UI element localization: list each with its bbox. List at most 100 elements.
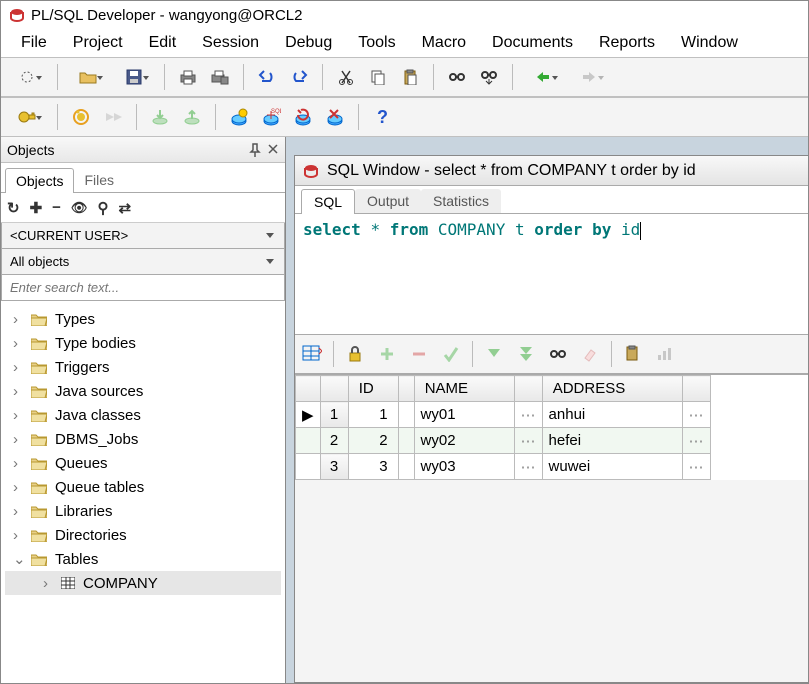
expand-icon[interactable]: › bbox=[13, 359, 27, 376]
cut-button[interactable] bbox=[333, 64, 359, 90]
tab-files[interactable]: Files bbox=[74, 168, 124, 192]
tree-node-java-classes[interactable]: ›Java classes bbox=[5, 403, 281, 427]
tree-node-type-bodies[interactable]: ›Type bodies bbox=[5, 331, 281, 355]
tree-icon[interactable]: ⇄ bbox=[118, 199, 131, 217]
paste-button[interactable] bbox=[397, 64, 423, 90]
cell-button[interactable] bbox=[398, 402, 414, 428]
cell-name[interactable]: wy01 bbox=[414, 402, 514, 428]
new-button[interactable] bbox=[7, 64, 47, 90]
refresh-icon[interactable]: ↻ bbox=[7, 199, 20, 217]
column-header-id[interactable]: ID bbox=[348, 376, 398, 402]
add-row-icon[interactable] bbox=[376, 343, 398, 365]
table-row[interactable]: 33wy03⋯wuwei⋯ bbox=[296, 454, 711, 480]
expand-icon[interactable]: › bbox=[43, 575, 57, 592]
tree-node-types[interactable]: ›Types bbox=[5, 307, 281, 331]
tab-sql[interactable]: SQL bbox=[301, 189, 355, 214]
menu-reports[interactable]: Reports bbox=[587, 32, 667, 54]
redo-button[interactable] bbox=[286, 64, 312, 90]
column-resize[interactable] bbox=[682, 376, 710, 402]
object-tree[interactable]: ›Types›Type bodies›Triggers›Java sources… bbox=[1, 301, 285, 683]
search-box[interactable] bbox=[1, 275, 285, 301]
menu-session[interactable]: Session bbox=[190, 32, 271, 54]
cell-address[interactable]: hefei bbox=[542, 428, 682, 454]
tree-node-libraries[interactable]: ›Libraries bbox=[5, 499, 281, 523]
query-by-example-icon[interactable] bbox=[547, 343, 569, 365]
db-button-3[interactable] bbox=[290, 104, 316, 130]
tree-node-queues[interactable]: ›Queues bbox=[5, 451, 281, 475]
tree-node-java-sources[interactable]: ›Java sources bbox=[5, 379, 281, 403]
table-row[interactable]: 22wy02⋯hefei⋯ bbox=[296, 428, 711, 454]
tree-node-queue-tables[interactable]: ›Queue tables bbox=[5, 475, 281, 499]
close-icon[interactable] bbox=[267, 143, 279, 155]
menu-edit[interactable]: Edit bbox=[137, 32, 189, 54]
expand-icon[interactable]: › bbox=[13, 407, 27, 424]
chart-icon[interactable] bbox=[654, 343, 676, 365]
logon-button[interactable] bbox=[7, 104, 47, 130]
delete-row-icon[interactable] bbox=[408, 343, 430, 365]
post-icon[interactable] bbox=[440, 343, 462, 365]
fetch-next-icon[interactable] bbox=[483, 343, 505, 365]
forward-button[interactable] bbox=[569, 64, 609, 90]
pin-icon[interactable] bbox=[249, 143, 261, 157]
cell-id[interactable]: 1 bbox=[348, 402, 398, 428]
cell-address[interactable]: wuwei bbox=[542, 454, 682, 480]
expand-icon[interactable]: ⌄ bbox=[13, 550, 27, 568]
filter-combo[interactable]: All objects bbox=[1, 249, 285, 275]
cell-button[interactable] bbox=[398, 428, 414, 454]
find-obj-icon[interactable]: 👁 bbox=[71, 200, 88, 216]
cell-button[interactable]: ⋯ bbox=[682, 454, 710, 480]
menu-documents[interactable]: Documents bbox=[480, 32, 585, 54]
table-row[interactable]: ▶11wy01⋯anhui⋯ bbox=[296, 402, 711, 428]
help-button[interactable]: ? bbox=[369, 104, 395, 130]
expand-icon[interactable]: › bbox=[13, 431, 27, 448]
new-obj-icon[interactable]: ✚ bbox=[30, 199, 43, 217]
cell-id[interactable]: 3 bbox=[348, 454, 398, 480]
expand-icon[interactable]: › bbox=[13, 527, 27, 544]
search-input[interactable] bbox=[2, 275, 284, 300]
tab-objects[interactable]: Objects bbox=[5, 168, 74, 193]
menu-file[interactable]: File bbox=[9, 32, 59, 54]
results-grid[interactable]: ID NAME ADDRESS▶11wy01⋯anhui⋯22wy02⋯hefe… bbox=[295, 374, 808, 480]
column-resize[interactable] bbox=[398, 376, 414, 402]
cell-button[interactable]: ⋯ bbox=[682, 402, 710, 428]
column-header-name[interactable]: NAME bbox=[414, 376, 514, 402]
cell-button[interactable]: ⋯ bbox=[514, 454, 542, 480]
print-button[interactable] bbox=[175, 64, 201, 90]
db-button-4[interactable] bbox=[322, 104, 348, 130]
cell-address[interactable]: anhui bbox=[542, 402, 682, 428]
tree-node-triggers[interactable]: ›Triggers bbox=[5, 355, 281, 379]
cell-button[interactable]: ⋯ bbox=[682, 428, 710, 454]
copy-button[interactable] bbox=[365, 64, 391, 90]
cell-id[interactable]: 2 bbox=[348, 428, 398, 454]
execute-button[interactable] bbox=[68, 104, 94, 130]
remove-obj-icon[interactable]: − bbox=[52, 199, 61, 216]
menu-window[interactable]: Window bbox=[669, 32, 750, 54]
find-next-button[interactable] bbox=[476, 64, 502, 90]
expand-icon[interactable]: › bbox=[13, 503, 27, 520]
expand-icon[interactable]: › bbox=[13, 479, 27, 496]
expand-icon[interactable]: › bbox=[13, 335, 27, 352]
fetch-all-icon[interactable] bbox=[515, 343, 537, 365]
commit-button[interactable] bbox=[147, 104, 173, 130]
tab-output[interactable]: Output bbox=[355, 189, 421, 213]
expand-icon[interactable]: › bbox=[13, 455, 27, 472]
cell-button[interactable]: ⋯ bbox=[514, 428, 542, 454]
row-header[interactable]: 2 bbox=[320, 428, 348, 454]
menu-debug[interactable]: Debug bbox=[273, 32, 344, 54]
tree-node-tables[interactable]: ⌄Tables bbox=[5, 547, 281, 571]
sql-editor[interactable]: select * from COMPANY t order by id bbox=[295, 214, 808, 334]
column-resize[interactable] bbox=[514, 376, 542, 402]
clear-icon[interactable] bbox=[579, 343, 601, 365]
expand-icon[interactable]: › bbox=[13, 383, 27, 400]
expand-icon[interactable]: › bbox=[13, 311, 27, 328]
tree-node-dbms_jobs[interactable]: ›DBMS_Jobs bbox=[5, 427, 281, 451]
undo-button[interactable] bbox=[254, 64, 280, 90]
column-header-address[interactable]: ADDRESS bbox=[542, 376, 682, 402]
cell-name[interactable]: wy02 bbox=[414, 428, 514, 454]
find-button[interactable] bbox=[444, 64, 470, 90]
grid-icon[interactable] bbox=[301, 343, 323, 365]
export-icon[interactable] bbox=[622, 343, 644, 365]
back-button[interactable] bbox=[523, 64, 563, 90]
row-header[interactable]: 3 bbox=[320, 454, 348, 480]
row-header[interactable]: 1 bbox=[320, 402, 348, 428]
